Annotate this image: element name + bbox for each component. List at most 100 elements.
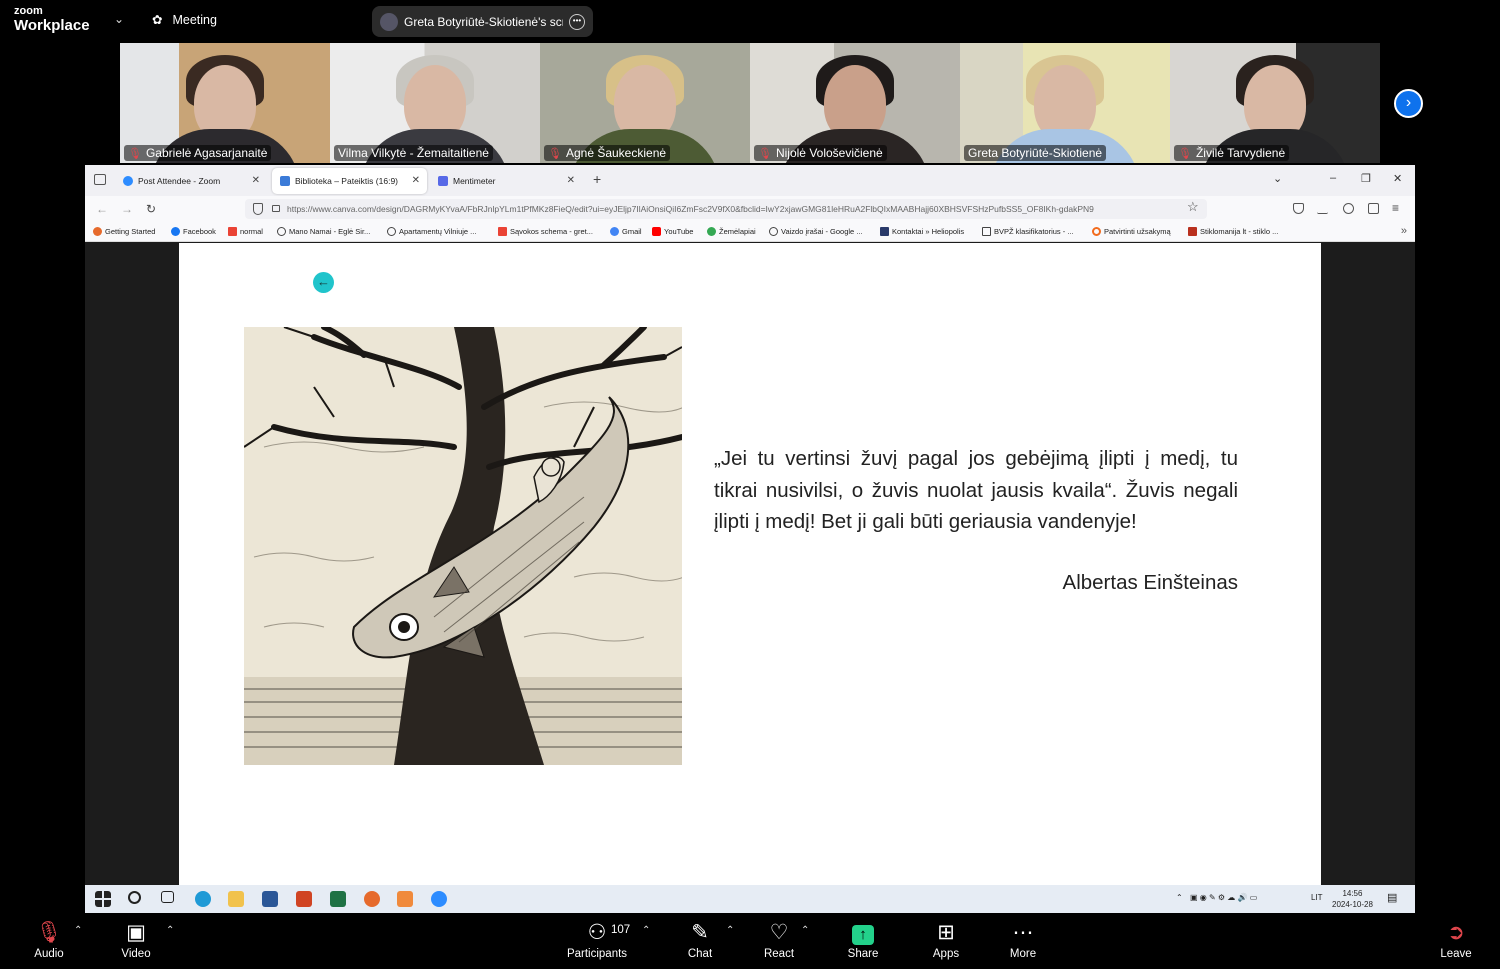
close-tab-icon[interactable]: ✕ [412,175,420,186]
participant-video[interactable]: 🎙 Živilė Tarvydienė [1170,43,1380,163]
mentimeter-favicon-icon [438,176,448,186]
participant-video[interactable]: 🎙 Gabrielė Agasarjanaitė [120,43,330,163]
forward-arrow-icon[interactable]: → [121,202,133,216]
chevron-up-icon[interactable]: ⌃ [1176,893,1183,902]
quote-author: Albertas Einšteinas [1062,571,1238,594]
system-clock[interactable]: 14:56 2024-10-28 [1332,888,1373,910]
bookmark-item[interactable]: Patvirtinti užsakymą [1092,227,1171,236]
new-tab-icon[interactable]: + [593,171,601,187]
bookmarks-bar: Getting Started Facebook normal Mano Nam… [85,222,1415,242]
fish-in-tree-illustration [244,327,682,765]
language-indicator[interactable]: LIT [1311,893,1323,902]
bookmark-item[interactable]: Stiklomanija lt - stiklo ... [1188,227,1278,236]
gmail-icon [228,227,237,236]
participant-video-active-speaker[interactable]: Greta Botyriūtė-Skiotienė [960,43,1170,163]
apps-label: Apps [932,948,960,960]
participant-thumbnails: 🎙 Gabrielė Agasarjanaitė Vilma Vilkytė -… [120,43,1382,163]
chevron-down-icon[interactable]: ⌄ [114,12,124,26]
bookmark-item[interactable]: BVPŽ klasifikatorius - ... [982,227,1074,236]
search-icon[interactable] [128,891,141,904]
extensions-icon[interactable] [1368,203,1379,214]
more-options-icon[interactable]: ••• [569,13,585,30]
bookmark-item[interactable]: Vaizdo įrašai - Google ... [769,227,863,236]
close-window-icon[interactable]: ✕ [1393,172,1402,185]
video-button[interactable]: ▣ Video [96,920,176,960]
zoom-top-bar: zoom Workplace ⌄ ✿ Meeting Greta Botyriū… [0,0,1500,42]
bookmark-item[interactable]: Sąvokos schema - gret... [498,227,593,236]
bookmark-item[interactable]: Mano Namai - Eglė Sir... [277,227,370,236]
notifications-icon[interactable]: ▤ [1387,891,1397,904]
excel-icon[interactable] [330,891,346,907]
close-tab-icon[interactable]: ✕ [252,175,260,186]
back-arrow-icon[interactable]: ← [313,272,334,293]
participant-video[interactable]: 🎙 Agnė Šaukeckienė [540,43,750,163]
audio-options-caret-icon[interactable]: ⌃ [74,925,82,936]
gmail-icon [498,227,507,236]
task-view-icon[interactable] [161,891,174,903]
quote-text: „Jei tu vertinsi žuvį pagal jos gebėjimą… [714,447,1238,533]
browser-tab-strip: Post Attendee - Zoom ✕ Biblioteka – Pate… [85,165,1415,196]
tab-manager-icon[interactable] [94,174,106,185]
list-tabs-icon[interactable]: ⌄ [1273,172,1282,185]
bookmark-star-icon[interactable]: ☆ [1187,199,1199,215]
zoom-logo: zoom Workplace [14,6,90,34]
chat-label: Chat [687,948,713,960]
screen-share-banner[interactable]: Greta Botyriūtė-Skiotienė's screen ••• [372,6,593,37]
participant-video[interactable]: Vilma Vilkytė - Žemaitaitienė [330,43,540,163]
bookmark-item[interactable]: YouTube [652,227,693,236]
bookmark-item[interactable]: Getting Started [93,227,155,236]
back-arrow-icon[interactable]: ← [96,202,108,216]
word-icon[interactable] [262,891,278,907]
bookmark-item[interactable]: Žemėlapiai [707,227,756,236]
leave-door-icon: ➲ [1447,921,1465,944]
edge-icon[interactable] [195,891,211,907]
participant-name-tag: 🎙 Živilė Tarvydienė [1174,145,1290,161]
clock-date: 2024-10-28 [1332,900,1373,909]
double-chevron-icon[interactable]: » [1401,225,1407,237]
minimize-icon[interactable]: – [1330,172,1336,184]
bookmark-item[interactable]: Kontaktai » Heliopolis [880,227,964,236]
more-button[interactable]: ⋯ More [983,920,1063,960]
close-tab-icon[interactable]: ✕ [567,175,575,186]
bookmark-label: Kontaktai » Heliopolis [892,227,965,236]
tab-post-attendee[interactable]: Post Attendee - Zoom ✕ [115,168,267,194]
powerpoint-icon[interactable] [296,891,312,907]
bookmark-item[interactable]: Apartamentų Vilniuje ... [387,227,476,236]
apps-button[interactable]: ⊞ Apps [906,920,986,960]
leave-button[interactable]: ➲ Leave [1416,920,1496,960]
restore-icon[interactable]: ❐ [1361,172,1371,185]
react-caret-icon[interactable]: ⌃ [801,925,809,936]
bookmark-item[interactable]: Facebook [171,227,216,236]
share-banner-label: Greta Botyriūtė-Skiotienė's screen [404,14,563,29]
clock-time: 14:56 [1342,889,1363,898]
file-explorer-icon[interactable] [228,891,244,907]
account-icon[interactable] [1343,203,1354,214]
more-dots-icon: ⋯ [1012,921,1034,944]
pocket-icon[interactable] [1293,203,1304,214]
google-icon [610,227,619,236]
address-bar[interactable]: https://www.canva.com/design/DAGRMyKYvaA… [245,199,1207,219]
bookmark-item[interactable]: normal [228,227,263,236]
apps-grid-icon: ⊞ [937,921,955,944]
windows-start-icon[interactable] [95,891,111,907]
zoom-app-icon[interactable] [431,891,447,907]
fish-tree-drawing [244,327,682,765]
reload-icon[interactable]: ↻ [146,202,156,216]
participants-caret-icon[interactable]: ⌃ [642,925,650,936]
tab-biblioteka[interactable]: Biblioteka – Pateiktis (16:9) ✕ [272,168,427,194]
chat-caret-icon[interactable]: ⌃ [726,925,734,936]
meeting-menu[interactable]: ✿ Meeting [152,12,217,28]
menu-icon[interactable]: ≡ [1392,201,1399,215]
firefox-icon[interactable] [364,891,380,907]
tab-mentimeter[interactable]: Mentimeter ✕ [430,168,582,194]
next-page-button[interactable]: › [1394,89,1423,118]
url-text: https://www.canva.com/design/DAGRMyKYvaA… [287,204,1094,214]
downloads-icon[interactable] [1317,203,1328,214]
media-player-icon[interactable] [397,891,413,907]
tray-icons[interactable]: ▣ ◉ ✎ ⚙ ☁ 🔊 ▭ [1190,893,1257,902]
participant-video[interactable]: 🎙 Nijolė Vološevičienė [750,43,960,163]
tab-label: Biblioteka – Pateiktis (16:9) [295,176,398,186]
share-button[interactable]: ↑ Share [823,920,903,960]
video-options-caret-icon[interactable]: ⌃ [166,925,174,936]
bookmark-item[interactable]: Gmail [610,227,642,236]
